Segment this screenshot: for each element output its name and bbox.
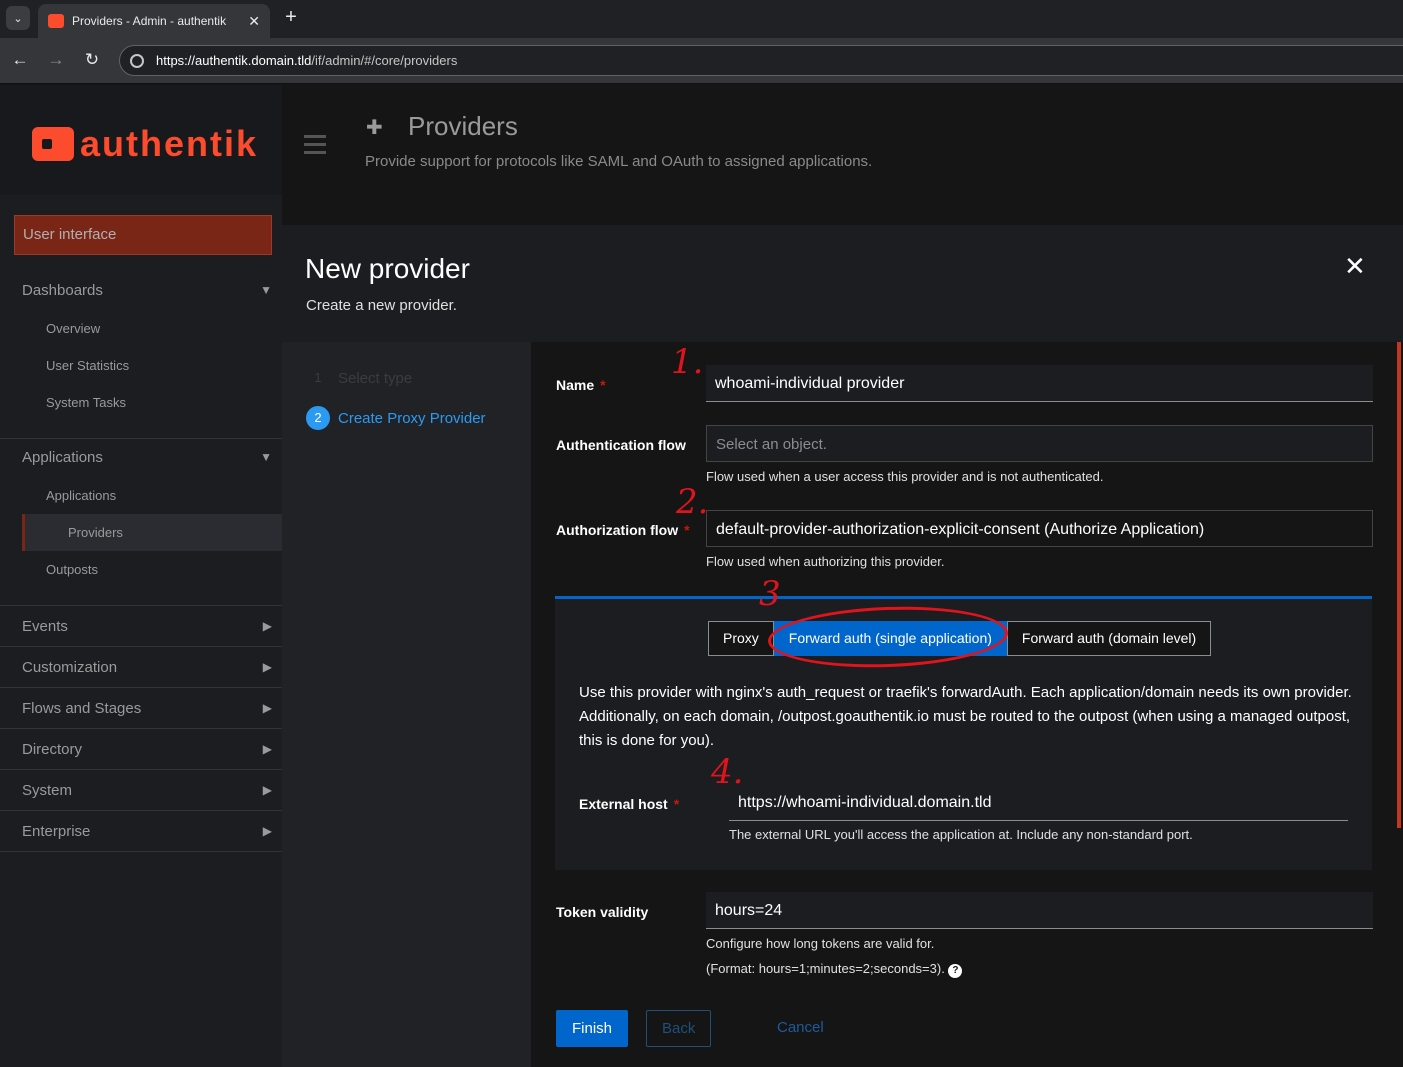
finish-button[interactable]: Finish (556, 1010, 629, 1047)
user-interface-button[interactable]: User interface (14, 215, 272, 255)
reload-icon[interactable]: ↻ (81, 49, 103, 71)
sidebar-item-user-statistics[interactable]: User Statistics (0, 347, 282, 384)
token-validity-field[interactable]: hours=24 (706, 892, 1373, 929)
annotation-4: 4. (711, 752, 744, 792)
browser-tabbar: ⌄ Providers - Admin - authentik ✕ + (0, 0, 1403, 38)
sidebar-item-label: System (22, 781, 73, 799)
sidebar-item-label: Applications (22, 448, 103, 466)
authentik-logo-icon (32, 127, 74, 161)
sidebar-item-applications[interactable]: Applications (0, 477, 282, 514)
sidebar-item-customization[interactable]: Customization ▶ (0, 647, 282, 687)
new-provider-modal: New provider Create a new provider. ✕ 1 … (282, 225, 1403, 1067)
mode-description: Use this provider with nginx's auth_requ… (579, 684, 1352, 749)
forward-arrow-icon[interactable]: → (45, 49, 67, 71)
wizard-steps: 1 Select type 2 Create Proxy Provider (282, 342, 531, 1067)
back-arrow-icon[interactable]: ← (9, 49, 31, 71)
annotation-3: 3 (759, 574, 781, 614)
address-bar: ← → ↻ https://authentik.domain.tld/if/ad… (0, 38, 1403, 84)
modal-title: New provider (305, 253, 470, 284)
sidebar-item-enterprise[interactable]: Enterprise ▶ (0, 811, 282, 851)
sidebar-item-label: Directory (22, 740, 83, 758)
sidebar-item-dashboards[interactable]: Dashboards ▼ (0, 270, 282, 310)
step-number: 1 (314, 370, 322, 385)
url-path: /if/admin/#/core/providers (311, 53, 458, 68)
annotation-2: 2. (676, 482, 709, 522)
chevron-right-icon: ▶ (262, 742, 272, 756)
authentication-flow-label: Authentication flow (556, 437, 686, 453)
step-number: 2 (306, 406, 330, 430)
authorization-flow-select[interactable]: default-provider-authorization-explicit-… (706, 510, 1373, 547)
mode-toggle-group: Proxy Forward auth (single application) … (708, 621, 1212, 656)
modal-subtitle: Create a new provider. (306, 297, 457, 314)
page-description: Provide support for protocols like SAML … (365, 153, 873, 170)
sidebar-item-providers[interactable]: Providers (22, 514, 282, 551)
sidebar-item-events[interactable]: Events ▶ (0, 606, 282, 646)
proxy-mode-card: Proxy Forward auth (single application) … (555, 596, 1372, 870)
mode-forward-auth-domain-button[interactable]: Forward auth (domain level) (1006, 621, 1212, 656)
logo-text: authentik (80, 123, 259, 164)
authentication-flow-help: Flow used when a user access this provid… (706, 469, 1104, 484)
puzzle-icon: ✚ (366, 117, 383, 139)
chevron-down-icon: ▼ (260, 450, 272, 464)
sidebar-item-label: Flows and Stages (22, 699, 142, 717)
mode-forward-auth-single-button[interactable]: Forward auth (single application) (773, 621, 1007, 656)
sidebar-item-system[interactable]: System ▶ (0, 770, 282, 810)
browser-tab[interactable]: Providers - Admin - authentik ✕ (38, 4, 270, 38)
hamburger-menu-icon[interactable] (304, 135, 326, 159)
chevron-right-icon: ▶ (262, 783, 272, 797)
sidebar-item-directory[interactable]: Directory ▶ (0, 729, 282, 769)
sidebar-item-label: Dashboards (22, 281, 103, 299)
chevron-down-icon: ▼ (260, 283, 272, 297)
sidebar-item-outposts[interactable]: Outposts (0, 551, 282, 588)
step-label: Create Proxy Provider (338, 409, 486, 427)
new-tab-button[interactable]: + (280, 6, 302, 28)
modal-scrollbar[interactable] (1397, 342, 1401, 828)
token-validity-help: Configure how long tokens are valid for. (706, 936, 935, 951)
page-header: ✚ Providers Provide support for protocol… (282, 85, 1403, 225)
name-field[interactable]: whoami-individual provider (706, 365, 1373, 402)
step-select-type[interactable]: 1 Select type (306, 366, 412, 390)
sidebar-item-label: Enterprise (22, 822, 91, 840)
sidebar-item-label: Events (22, 617, 68, 635)
page-title: Providers (408, 111, 518, 141)
sidebar-item-overview[interactable]: Overview (0, 310, 282, 347)
sidebar-item-flows-and-stages[interactable]: Flows and Stages ▶ (0, 688, 282, 728)
name-label: Name * (556, 377, 606, 393)
authorization-flow-label: Authorization flow * (556, 522, 690, 538)
chevron-right-icon: ▶ (262, 619, 272, 633)
help-icon[interactable]: ? (948, 964, 963, 978)
provider-form: Name * whoami-individual provider Authent… (531, 342, 1403, 1067)
url-host: https://authentik.domain.tld (156, 53, 312, 68)
sidebar-item-system-tasks[interactable]: System Tasks (0, 384, 282, 421)
close-icon[interactable]: ✕ (1344, 251, 1366, 282)
external-host-help: The external URL you'll access the appli… (729, 827, 1193, 842)
authentik-logo[interactable]: authentik (32, 123, 258, 165)
mode-proxy-button[interactable]: Proxy (708, 621, 774, 656)
chevron-right-icon: ▶ (262, 701, 272, 715)
external-host-field[interactable]: https://whoami-individual.domain.tld (729, 784, 1348, 821)
sidebar-item-applications-group[interactable]: Applications ▼ (0, 437, 282, 477)
back-button[interactable]: Back (646, 1010, 712, 1047)
sidebar: authentik User interface Dashboards ▼ Ov… (0, 85, 282, 1067)
authorization-flow-help: Flow used when authorizing this provider… (706, 554, 945, 569)
tab-search-button[interactable]: ⌄ (6, 6, 30, 30)
annotation-1: 1. (671, 342, 704, 382)
url-input[interactable]: https://authentik.domain.tld/if/admin/#/… (119, 45, 1403, 76)
site-info-icon[interactable] (130, 53, 144, 68)
tab-title: Providers - Admin - authentik (72, 14, 227, 28)
cancel-button[interactable]: Cancel (762, 1010, 839, 1047)
tab-close-icon[interactable]: ✕ (248, 13, 260, 30)
chevron-right-icon: ▶ (262, 824, 272, 838)
chevron-right-icon: ▶ (262, 660, 272, 674)
external-host-label: External host * (579, 796, 680, 812)
step-create-proxy-provider[interactable]: 2 Create Proxy Provider (306, 406, 486, 430)
authentication-flow-select[interactable]: Select an object. (706, 425, 1373, 462)
authentik-favicon-icon (48, 14, 64, 28)
token-validity-label: Token validity (556, 904, 649, 920)
step-label: Select type (338, 369, 413, 387)
sidebar-item-label: Customization (22, 658, 118, 676)
token-validity-format: (Format: hours=1;minutes=2;seconds=3). ? (706, 961, 963, 978)
